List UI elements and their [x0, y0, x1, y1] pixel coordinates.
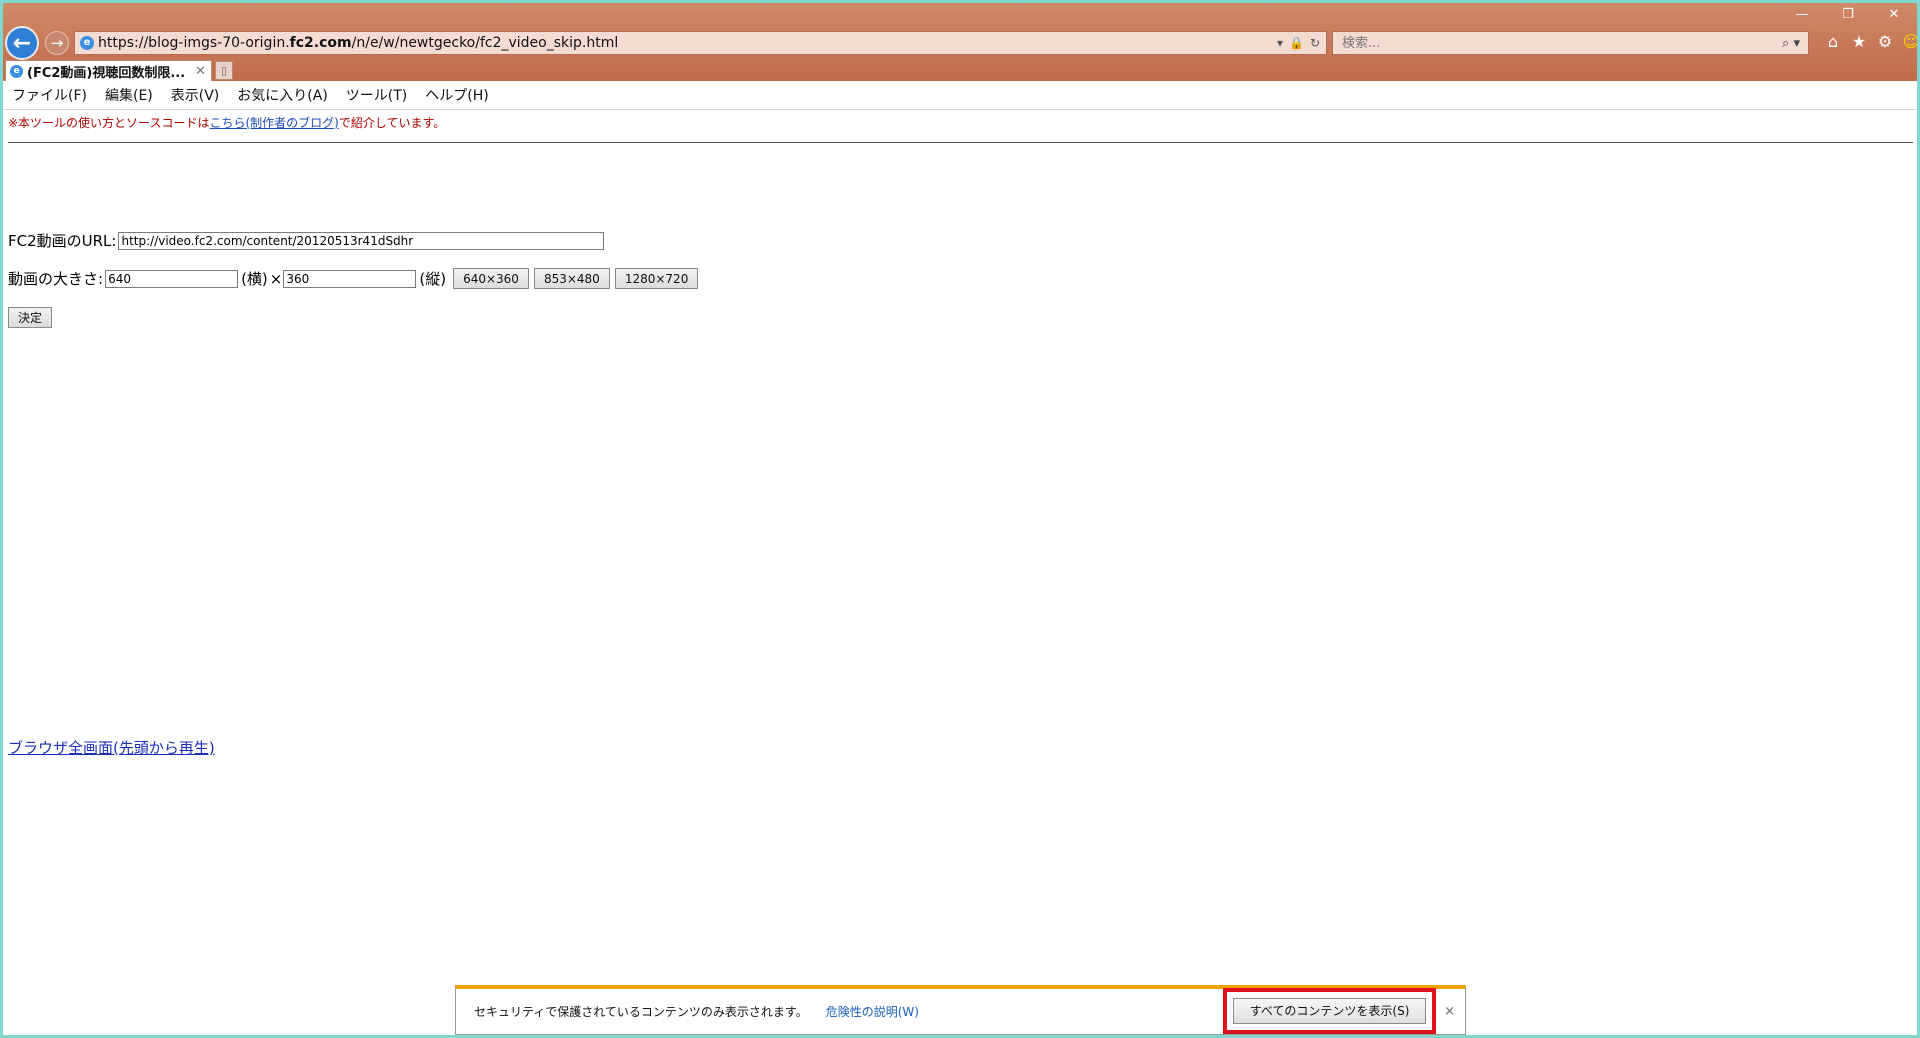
- address-tools: ▾ 🔒 ↻: [1277, 36, 1326, 50]
- menu-edit[interactable]: 編集(E): [96, 85, 162, 105]
- decide-button[interactable]: 決定: [8, 307, 53, 328]
- notice-prefix: ※本ツールの使い方とソースコードは: [8, 116, 210, 130]
- lock-icon[interactable]: 🔒: [1289, 36, 1304, 50]
- author-blog-link[interactable]: こちら(制作者のブログ): [209, 116, 338, 130]
- search-icon[interactable]: ⌕ ▾: [1782, 36, 1808, 51]
- forward-button[interactable]: →: [45, 31, 69, 55]
- height-input[interactable]: [283, 269, 417, 288]
- height-suffix: (縦): [419, 270, 447, 288]
- size-label: 動画の大きさ:: [8, 270, 104, 288]
- risk-info-link[interactable]: 危険性の説明(W): [826, 1003, 919, 1020]
- security-notification-bar: セキュリティで保護されているコンテンツのみ表示されます。 危険性の説明(W) す…: [455, 985, 1466, 1035]
- address-dropdown-icon[interactable]: ▾: [1277, 36, 1283, 50]
- width-suffix: (横): [241, 270, 268, 288]
- browser-window: — ❐ ✕ ← → e https://blog-imgs-70-origin.…: [3, 3, 1917, 1035]
- url-prefix: https://blog-imgs-70-origin.: [98, 35, 290, 51]
- notice-suffix: で紹介しています。: [338, 116, 446, 130]
- times-sign: ×: [269, 269, 283, 288]
- minimize-button[interactable]: —: [1779, 3, 1825, 25]
- menu-help[interactable]: ヘルプ(H): [416, 85, 497, 105]
- window-controls: — ❐ ✕: [1779, 3, 1917, 25]
- page-content: ※本ツールの使い方とソースコードはこちら(制作者のブログ)で紹介しています。 F…: [3, 110, 1913, 1035]
- address-bar[interactable]: e https://blog-imgs-70-origin.fc2.com/n/…: [74, 31, 1327, 55]
- restore-button[interactable]: ❐: [1825, 3, 1871, 25]
- url-domain: fc2.com: [289, 35, 352, 51]
- tab-title: (FC2動画)視聴回数制限...: [27, 65, 186, 81]
- ie-page-icon: e: [80, 36, 94, 50]
- feedback-smiley-icon[interactable]: ☺: [1901, 32, 1917, 51]
- back-arrow-icon: ←: [12, 30, 32, 56]
- highlight-box: すべてのコンテンツを表示(S): [1223, 987, 1437, 1034]
- favorites-star-icon[interactable]: ★: [1849, 32, 1869, 51]
- new-tab-button[interactable]: ▯: [215, 61, 233, 80]
- url-row: FC2動画のURL:: [8, 230, 605, 251]
- search-input[interactable]: [1340, 34, 1783, 52]
- menu-bar: ファイル(F) 編集(E) 表示(V) お気に入り(A) ツール(T) ヘルプ(…: [3, 81, 1917, 110]
- home-icon[interactable]: ⌂: [1823, 32, 1843, 51]
- url-path: /n/e/w/newtgecko/fc2_video_skip.html: [351, 35, 619, 51]
- notification-close-icon[interactable]: ×: [1444, 1004, 1455, 1019]
- browser-toolbar: — ❐ ✕ ← → e https://blog-imgs-70-origin.…: [3, 3, 1917, 81]
- menu-file[interactable]: ファイル(F): [3, 85, 96, 105]
- back-button[interactable]: ←: [5, 26, 39, 60]
- preset-640x360-button[interactable]: 640×360: [453, 268, 529, 289]
- menu-tools[interactable]: ツール(T): [337, 85, 416, 105]
- search-box[interactable]: ⌕ ▾: [1332, 31, 1809, 55]
- menu-view[interactable]: 表示(V): [162, 85, 229, 105]
- toolbar-icons: ⌂ ★ ⚙ ☺: [1823, 32, 1917, 51]
- divider: [8, 142, 1913, 143]
- size-row: 動画の大きさ: (横) × (縦) 640×360 853×480 1280×7…: [8, 268, 699, 289]
- menu-favorites[interactable]: お気に入り(A): [228, 85, 337, 105]
- tab-close-icon[interactable]: ✕: [195, 64, 211, 79]
- tool-notice: ※本ツールの使い方とソースコードはこちら(制作者のブログ)で紹介しています。: [8, 114, 445, 131]
- tab-ie-icon: e: [10, 64, 23, 78]
- url-label: FC2動画のURL:: [8, 232, 117, 250]
- preset-1280x720-button[interactable]: 1280×720: [614, 268, 699, 289]
- video-url-input[interactable]: [118, 231, 605, 250]
- preset-853x480-button[interactable]: 853×480: [533, 268, 610, 289]
- address-url[interactable]: https://blog-imgs-70-origin.fc2.com/n/e/…: [98, 35, 1277, 51]
- browser-fullscreen-link[interactable]: ブラウザ全画面(先頭から再生): [8, 737, 215, 758]
- tab-fc2-video[interactable]: e (FC2動画)視聴回数制限... ✕: [5, 60, 212, 81]
- forward-arrow-icon: →: [50, 34, 64, 52]
- security-message: セキュリティで保護されているコンテンツのみ表示されます。: [474, 1005, 808, 1019]
- refresh-icon[interactable]: ↻: [1310, 36, 1320, 50]
- show-all-content-button[interactable]: すべてのコンテンツを表示(S): [1232, 997, 1427, 1024]
- width-input[interactable]: [105, 269, 239, 288]
- gear-icon[interactable]: ⚙: [1875, 32, 1895, 51]
- close-window-button[interactable]: ✕: [1871, 3, 1917, 25]
